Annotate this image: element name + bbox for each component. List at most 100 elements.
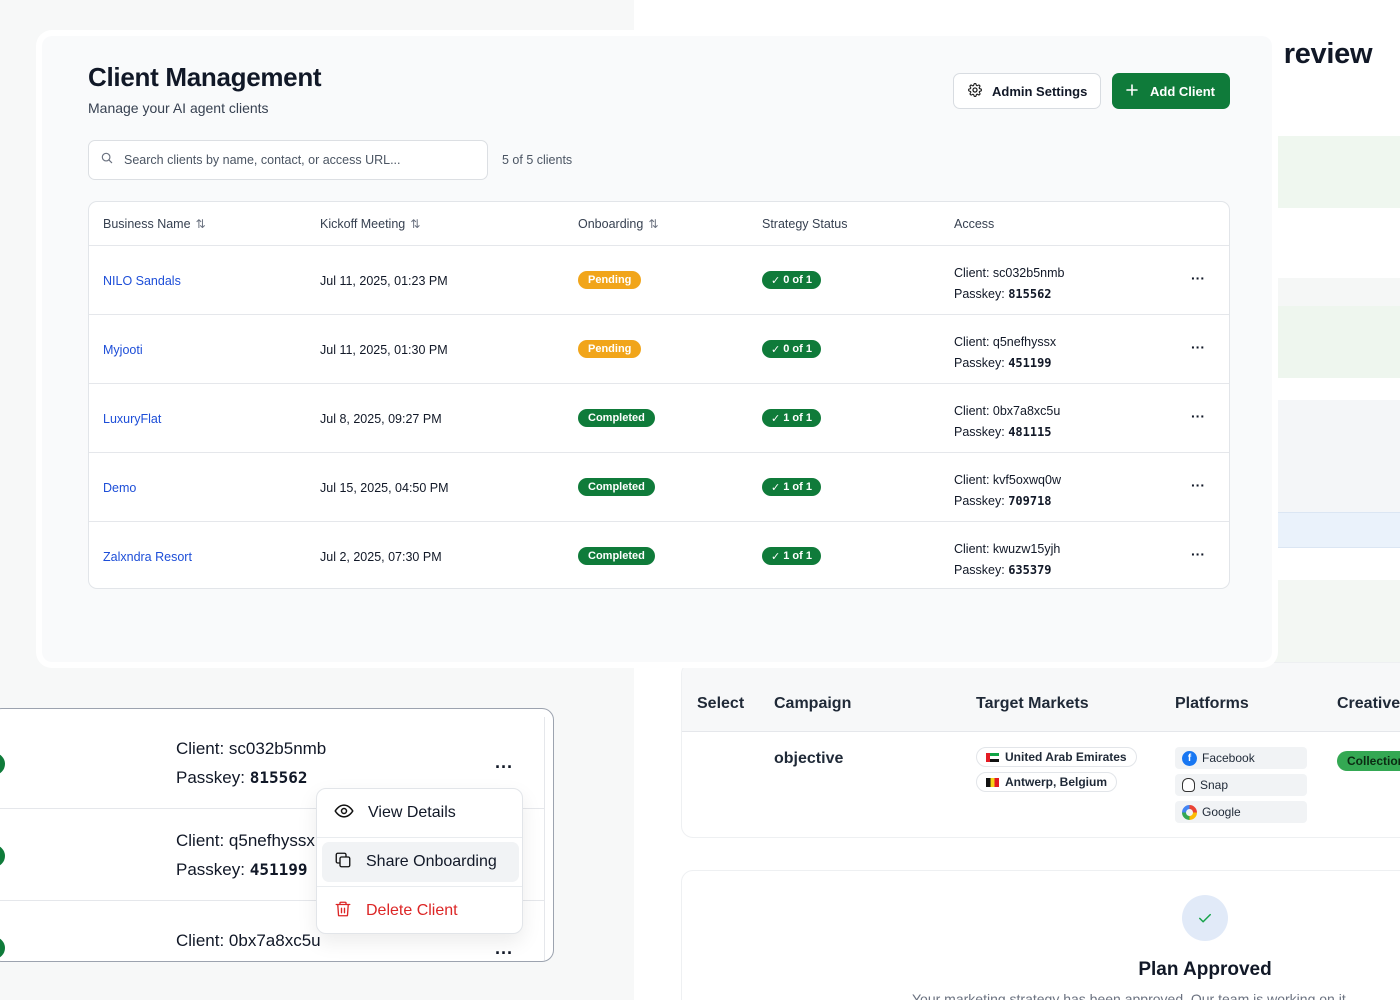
sort-kickoff-meeting[interactable]: Kickoff Meeting ⇅ (320, 217, 420, 231)
row-actions-button[interactable]: ··· (1191, 339, 1205, 355)
belgium-flag-icon (986, 777, 999, 787)
business-name-link[interactable]: Myjooti (103, 343, 143, 357)
gear-icon (968, 82, 982, 100)
search-icon (100, 151, 114, 170)
platform-tag: Snap (1175, 774, 1307, 796)
table-header: Business Name ⇅ Kickoff Meeting ⇅ Onboardi… (89, 202, 1229, 246)
row-actions-menu: View Details Share Onboarding Delete Cli… (316, 788, 523, 934)
review-band (1272, 400, 1400, 512)
campaign-table: Select Campaign Target Markets Platforms… (681, 662, 1400, 838)
share-onboarding-item[interactable]: Share Onboarding (322, 842, 519, 882)
menu-divider (317, 837, 522, 838)
access-info: Client: sc032b5nmb Passkey: 815562 (954, 263, 1064, 305)
onboarding-badge: Completed (578, 409, 655, 427)
add-client-button[interactable]: Add Client (1112, 73, 1230, 109)
check-icon: ✓ (771, 481, 781, 494)
client-label: Client: (954, 473, 993, 487)
passkey-label: Passkey: (176, 768, 250, 787)
row-actions-button[interactable]: ··· (1191, 546, 1205, 562)
table-row: Zalxndra Resort Jul 2, 2025, 07:30 PM Co… (89, 522, 1229, 588)
access-info: Client: sc032b5nmb Passkey: 815562 (176, 734, 326, 792)
review-title: r review (1265, 38, 1373, 70)
search-box[interactable] (88, 140, 488, 180)
sort-business-name[interactable]: Business Name ⇅ (103, 217, 206, 231)
passkey-label: Passkey: (954, 494, 1009, 508)
onboarding-badge: Pending (578, 340, 642, 358)
add-client-label: Add Client (1150, 83, 1215, 99)
creative-tag: Collection (1337, 751, 1400, 771)
market-tag: Antwerp, Belgium (976, 772, 1118, 792)
passkey-value: 635379 (1008, 563, 1052, 577)
header-label: Onboarding (578, 217, 644, 231)
facebook-icon: f (1182, 750, 1197, 766)
delete-client-item[interactable]: Delete Client (322, 891, 519, 931)
passkey-label: Passkey: (954, 356, 1009, 370)
header-label: Kickoff Meeting (320, 217, 406, 231)
review-band (1272, 208, 1400, 278)
review-band (1272, 136, 1400, 208)
platform-label: Snap (1200, 778, 1229, 792)
search-input[interactable] (124, 153, 464, 167)
sort-icon: ⇅ (195, 217, 206, 231)
client-id: 0bx7a8xc5u (228, 931, 321, 950)
business-name-link[interactable]: LuxuryFlat (103, 412, 161, 426)
client-id: sc032b5nmb (992, 266, 1065, 280)
row-actions-button[interactable]: ··· (495, 943, 513, 961)
client-label: Client: (954, 542, 993, 556)
business-name-link[interactable]: Zalxndra Resort (103, 550, 192, 564)
campaign-name: objective (774, 750, 844, 767)
review-band (1272, 512, 1400, 548)
strategy-badge: ✓ 0 of 1 (762, 340, 821, 358)
onboarding-badge: Completed (578, 478, 655, 496)
access-info: Client: q5nefhyssx Passkey: 451199 (176, 826, 315, 884)
business-name-link[interactable]: NILO Sandals (103, 274, 181, 288)
google-icon (1182, 804, 1197, 820)
strategy-badge: ✓ 1 of 1 (762, 409, 821, 427)
row-actions-button[interactable]: ··· (1191, 477, 1205, 493)
kickoff-date: Jul 2, 2025, 07:30 PM (320, 550, 442, 564)
access-info: Client: kwuzw15yjh Passkey: 635379 (954, 539, 1060, 581)
client-label: Client: (176, 931, 229, 950)
eye-icon (334, 803, 354, 824)
strategy-label: 1 of 1 (783, 550, 812, 562)
passkey-label: Passkey: (176, 860, 250, 879)
plan-approved-title: Plan Approved (1138, 959, 1272, 980)
business-name-link[interactable]: Demo (103, 481, 136, 495)
page-title: Client Management (88, 62, 322, 92)
col-creative: Creative (1337, 695, 1400, 712)
market-label: Antwerp, Belgium (1005, 775, 1108, 789)
col-target-markets: Target Markets (976, 695, 1089, 712)
check-icon: ✓ (771, 343, 781, 356)
check-icon: ✓ (771, 274, 781, 287)
col-select: Select (697, 695, 745, 712)
plan-approved-card: Plan Approved Your marketing strategy ha… (681, 870, 1400, 1000)
table-row: NILO Sandals Jul 11, 2025, 01:23 PM Pend… (89, 246, 1229, 315)
admin-settings-button[interactable]: Admin Settings (953, 73, 1101, 109)
plus-icon (1126, 83, 1138, 99)
trash-icon (334, 900, 352, 923)
client-id: 0bx7a8xc5u (992, 404, 1061, 418)
table-row: Myjooti Jul 11, 2025, 01:30 PM Pending ✓… (89, 315, 1229, 384)
header-access: Access (954, 217, 994, 231)
platform-label: Google (1202, 805, 1241, 819)
share-onboarding-label: Share Onboarding (366, 853, 497, 870)
view-details-item[interactable]: View Details (322, 793, 519, 833)
strategy-badge: ✓ 0 of 1 (762, 271, 821, 289)
client-count: 5 of 5 clients (502, 153, 573, 167)
plan-approved-subtitle: Your marketing strategy has been approve… (912, 991, 1350, 1000)
campaign-table-header: Select Campaign Target Markets Platforms… (682, 663, 1400, 732)
check-icon (1182, 895, 1228, 941)
passkey-label: Passkey: (954, 563, 1009, 577)
client-id: kwuzw15yjh (992, 542, 1061, 556)
row-actions-button[interactable]: ··· (495, 757, 513, 778)
kickoff-date: Jul 11, 2025, 01:23 PM (320, 274, 448, 288)
platform-label: Facebook (1202, 751, 1255, 765)
client-label: Client: (176, 831, 229, 850)
status-dot (0, 937, 5, 959)
sort-icon: ⇅ (648, 217, 659, 231)
header-label: Strategy Status (762, 217, 848, 231)
row-actions-button[interactable]: ··· (1191, 408, 1205, 424)
client-label: Client: (954, 266, 993, 280)
sort-onboarding[interactable]: Onboarding ⇅ (578, 217, 658, 231)
row-actions-button[interactable]: ··· (1191, 270, 1205, 286)
